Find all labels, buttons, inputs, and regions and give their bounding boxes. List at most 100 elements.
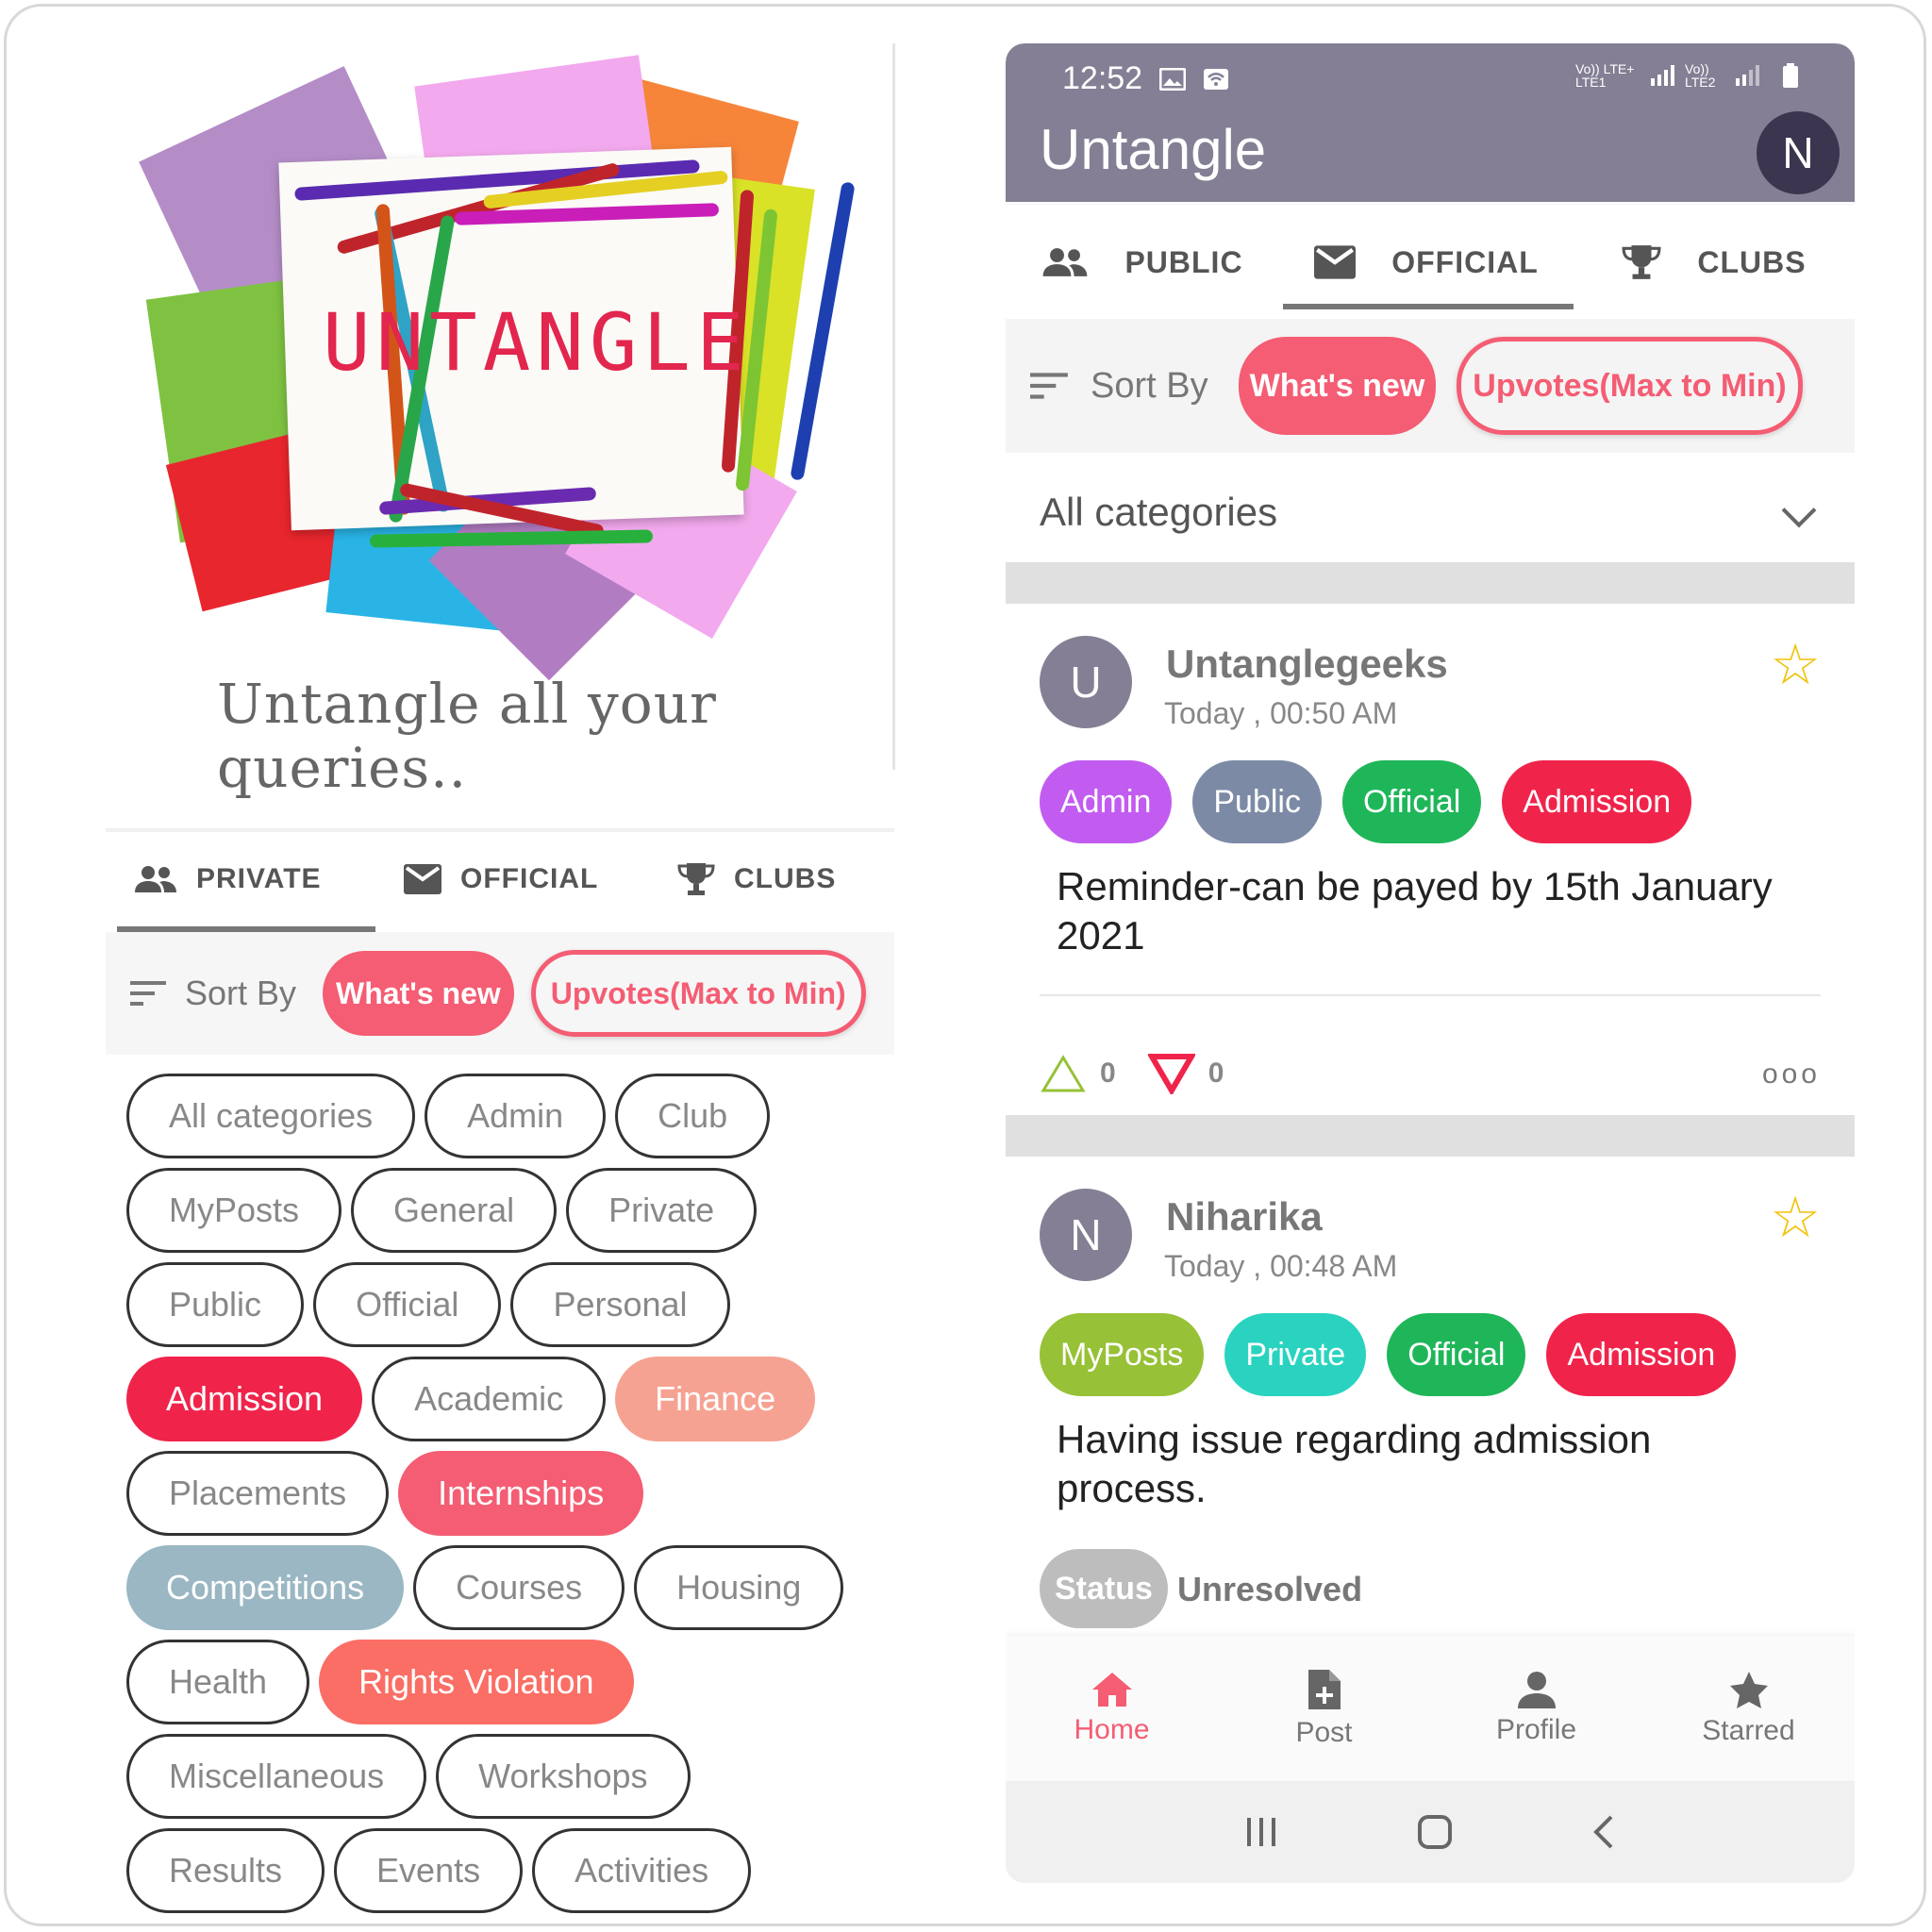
category-chip-events[interactable]: Events [334,1828,524,1913]
tag-chip[interactable]: Official [1387,1313,1526,1396]
tab-public[interactable]: PUBLIC [1006,206,1279,319]
downvote-icon[interactable] [1147,1053,1195,1094]
tab-private[interactable]: PRIVATE [106,832,375,932]
trophy-icon [1622,245,1661,279]
image-icon [1159,67,1187,91]
sort-whats-new-button[interactable]: What's new [323,951,514,1036]
category-chip-health[interactable]: Health [126,1640,310,1724]
tag-chip[interactable]: Admission [1502,760,1692,843]
category-chip-courses[interactable]: Courses [413,1545,625,1630]
nav-starred-label: Starred [1702,1715,1795,1746]
category-chip-academic[interactable]: Academic [372,1357,607,1441]
section-separator [1006,1115,1855,1157]
author-name[interactable]: Niharika [1166,1194,1323,1240]
app-title: Untangle [1040,118,1267,181]
post-card[interactable]: U Untanglegeeks Today , 00:50 AM ☆ Admin… [1006,604,1855,1158]
sort-upvotes-button[interactable]: Upvotes(Max to Min) [1457,337,1803,435]
tag-chip[interactable]: MyPosts [1040,1313,1205,1396]
status-value: Unresolved [1177,1570,1363,1608]
tag-chip[interactable]: Admission [1546,1313,1737,1396]
post-tags: Admin Public Official Admission [1040,760,1692,843]
more-options-icon[interactable]: ooo [1762,1058,1821,1091]
author-name[interactable]: Untanglegeeks [1166,641,1448,687]
post-text: Having issue regarding admission process… [1057,1417,1652,1510]
post-time: Today , 00:48 AM [1164,1249,1398,1283]
author-avatar[interactable]: U [1040,636,1132,728]
signal-sim2: Vo)) LTE2 [1685,61,1716,90]
category-chip-club[interactable]: Club [615,1074,771,1158]
tab-official[interactable]: OFFICIAL [375,832,649,926]
category-chip-placements[interactable]: Placements [126,1451,390,1536]
category-chip-personal[interactable]: Personal [510,1262,730,1347]
upvote-icon[interactable] [1040,1054,1087,1093]
app-bar: 12:52 Vo)) LTE+ LTE1 Vo)) LTE2 Untangle … [1006,43,1855,202]
tab-official[interactable]: OFFICIAL [1279,206,1574,319]
tag-chip[interactable]: Public [1192,760,1322,843]
category-chip-admin[interactable]: Admin [425,1074,607,1158]
category-chip-housing[interactable]: Housing [634,1545,844,1630]
status-icons: Vo)) LTE+ LTE1 Vo)) LTE2 [1575,62,1798,89]
category-chip-results[interactable]: Results [126,1828,325,1913]
upvote-count: 0 [1100,1058,1116,1089]
tag-chip[interactable]: Admin [1040,760,1173,843]
recent-apps-icon[interactable] [1245,1816,1277,1848]
nav-home-label: Home [1074,1714,1150,1745]
wifi-icon [1204,68,1229,90]
tab-clubs[interactable]: CLUBS [649,832,864,926]
category-dropdown[interactable]: All categories [1006,453,1855,572]
panel-divider [892,43,895,770]
tab-clubs-label: CLUBS [1697,244,1807,279]
sort-whats-new-button[interactable]: What's new [1238,337,1437,435]
back-icon[interactable] [1592,1815,1615,1849]
star-icon[interactable]: ☆ [1770,1185,1821,1251]
nav-profile[interactable]: Profile [1430,1636,1642,1781]
home-button-icon[interactable] [1417,1815,1452,1849]
tab-official-label: OFFICIAL [460,863,599,894]
post-tags: MyPosts Private Official Admission [1040,1313,1737,1396]
trophy-icon [677,863,715,895]
battery-icon [1783,63,1798,88]
signal-icon [1736,65,1759,86]
bottom-navigation: Home Post Profile Starred [1006,1636,1855,1781]
author-avatar[interactable]: N [1040,1189,1132,1281]
category-chip-admission[interactable]: Admission [126,1357,363,1441]
profile-avatar[interactable]: N [1757,111,1840,194]
category-chip-rights-violation[interactable]: Rights Violation [319,1640,634,1724]
post-divider [1040,994,1821,996]
category-chip-workshops[interactable]: Workshops [436,1734,691,1819]
sort-by-label: Sort By [185,974,297,1012]
category-chip-competitions[interactable]: Competitions [126,1545,405,1630]
nav-post[interactable]: Post [1218,1636,1430,1781]
signal-icon [1651,65,1674,86]
sort-upvotes-button[interactable]: Upvotes(Max to Min) [530,950,866,1037]
category-chip-official[interactable]: Official [313,1262,502,1347]
category-chip-general[interactable]: General [351,1168,558,1253]
category-chip-activities[interactable]: Activities [532,1828,752,1913]
category-chip-public[interactable]: Public [126,1262,305,1347]
mail-icon [1314,245,1357,279]
tab-clubs[interactable]: CLUBS [1574,206,1855,319]
category-chip-all-categories[interactable]: All categories [126,1074,416,1158]
star-icon[interactable]: ☆ [1770,632,1821,698]
category-chip-myposts[interactable]: MyPosts [126,1168,342,1253]
section-separator [1006,562,1855,604]
nav-starred[interactable]: Starred [1642,1636,1855,1781]
tab-private-label: PRIVATE [196,863,322,894]
category-chip-private[interactable]: Private [566,1168,758,1253]
category-chip-miscellaneous[interactable]: Miscellaneous [126,1734,427,1819]
home-icon [1091,1673,1132,1707]
category-chip-grid: All categories Admin Club MyPosts General Pri… [126,1074,881,1913]
logo-wordmark: UNTANGLE [323,296,750,389]
people-icon [135,866,176,892]
right-screen: 12:52 Vo)) LTE+ LTE1 Vo)) LTE2 Untangle … [1006,43,1855,1883]
category-chip-finance[interactable]: Finance [615,1357,816,1441]
post-add-icon [1307,1670,1341,1709]
category-chip-internships[interactable]: Internships [398,1451,644,1536]
tag-chip[interactable]: Official [1341,760,1482,843]
left-sort-bar: Sort By What's new Upvotes(Max to Min) [106,932,894,1055]
tag-chip[interactable]: Private [1224,1313,1367,1396]
nav-post-label: Post [1295,1717,1353,1748]
untangle-logo: UNTANGLE [139,42,860,681]
nav-home[interactable]: Home [1006,1636,1218,1781]
post-card[interactable]: N Niharika Today , 00:48 AM ☆ MyPosts Pr… [1006,1157,1855,1636]
